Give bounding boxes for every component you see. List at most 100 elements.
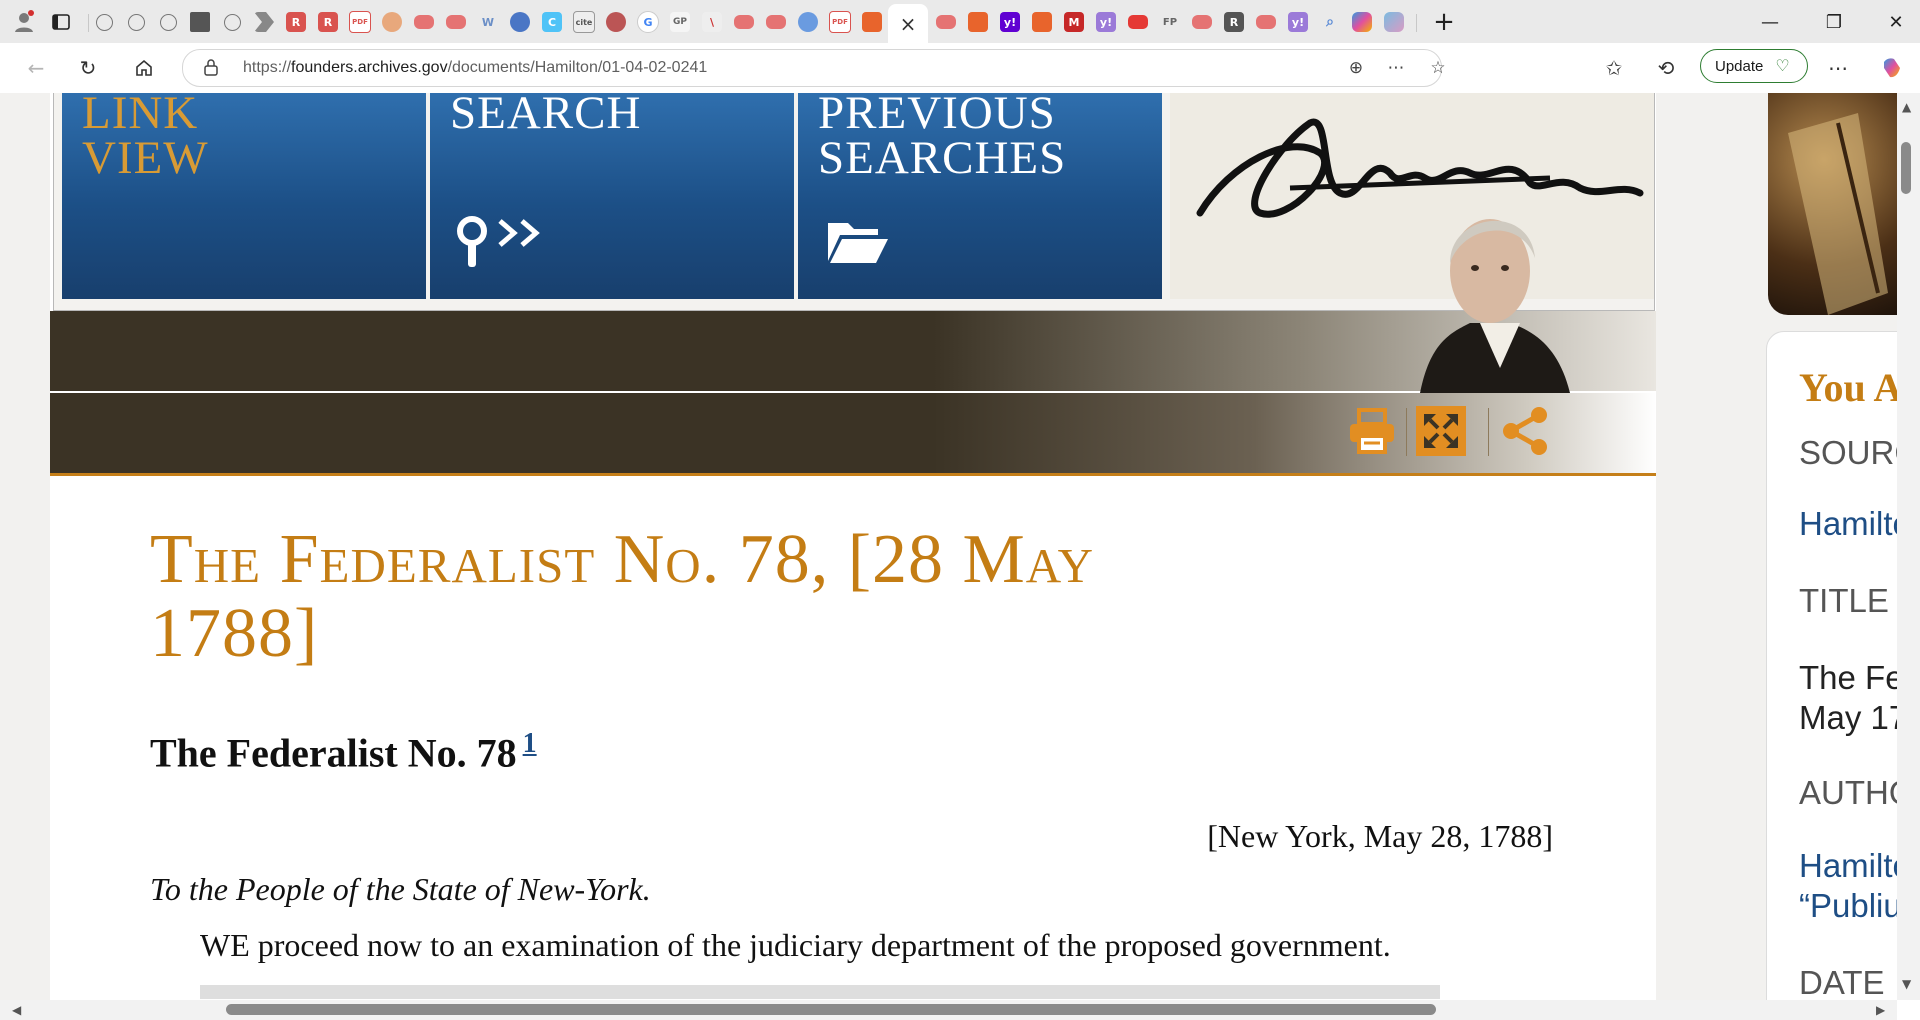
main-content: LINK VIEW SEARCH PREVIOUS SEARCHES The F…	[50, 93, 1656, 1020]
tab-cite[interactable]: cite	[570, 8, 598, 36]
folder-icon	[828, 223, 888, 263]
scroll-left-arrow[interactable]: ◀	[12, 1003, 21, 1017]
tab-video-1[interactable]	[410, 8, 438, 36]
title-value: The Fe May 17	[1799, 659, 1908, 736]
tab-pdf-2[interactable]: PDF	[826, 8, 854, 36]
previous-searches-label: PREVIOUS SEARCHES	[818, 93, 1067, 184]
scroll-right-arrow[interactable]: ▶	[1876, 1003, 1885, 1017]
tab-round-blue[interactable]	[794, 8, 822, 36]
title-label: TITLE	[1799, 582, 1889, 619]
vertical-scrollbar[interactable]	[1897, 93, 1920, 1000]
document-subtitle: The Federalist No. 78 1	[150, 728, 537, 776]
search-label: SEARCH	[450, 93, 642, 139]
dateline: [New York, May 28, 1788]	[1207, 818, 1553, 854]
tab-yahoo-1[interactable]: y!	[996, 8, 1024, 36]
close-tab-icon[interactable]: ×	[900, 12, 917, 36]
tab-news[interactable]	[186, 8, 214, 36]
more-options-icon[interactable]: ⋯	[1383, 55, 1409, 81]
new-tab-button[interactable]: +	[1428, 6, 1460, 38]
tab-bookmark-3[interactable]	[1028, 8, 1056, 36]
horizontal-scroll-thumb[interactable]	[226, 1004, 1436, 1015]
browser-toolbar: ← ↻ https://founders.archives.gov/docume…	[0, 43, 1920, 94]
previous-searches-tile[interactable]: PREVIOUS SEARCHES	[798, 93, 1162, 299]
tab-arrow[interactable]	[250, 8, 278, 36]
share-button[interactable]	[1496, 401, 1554, 461]
copilot-icon[interactable]	[1876, 52, 1908, 84]
tab-globe-4[interactable]	[218, 8, 246, 36]
tab-globe-3[interactable]	[154, 8, 182, 36]
tab-video-6[interactable]	[1188, 8, 1216, 36]
fullscreen-button[interactable]	[1412, 401, 1470, 461]
workspaces-icon[interactable]	[45, 6, 77, 38]
link-view-tile[interactable]: LINK VIEW	[62, 93, 426, 299]
maximize-button[interactable]: ❐	[1818, 6, 1850, 38]
page-viewport: LINK VIEW SEARCH PREVIOUS SEARCHES The F…	[0, 93, 1920, 1020]
favorites-icon[interactable]: ✩	[1598, 52, 1630, 84]
search-arrows-icon	[457, 216, 540, 267]
zoom-icon[interactable]: ⊕	[1343, 55, 1369, 81]
salutation: To the People of the State of New-York.	[150, 871, 651, 907]
tab-video-4[interactable]	[762, 8, 790, 36]
tab-blue-circle[interactable]	[506, 8, 534, 36]
tab-orange[interactable]	[378, 8, 406, 36]
tab-m[interactable]: M	[1060, 8, 1088, 36]
tab-gp[interactable]: GP	[666, 8, 694, 36]
tab-copilot-2[interactable]	[1380, 8, 1408, 36]
tab-bookmark-1[interactable]	[858, 8, 886, 36]
tab-c[interactable]: C	[538, 8, 566, 36]
tab-yahoo-2[interactable]: y!	[1092, 8, 1120, 36]
tab-video-2[interactable]	[442, 8, 470, 36]
tab-globe-2[interactable]	[122, 8, 150, 36]
tab-fp[interactable]: FP	[1156, 8, 1184, 36]
home-button[interactable]	[128, 52, 160, 84]
tab-search[interactable]: ⌕	[1316, 8, 1344, 36]
tab-youtube[interactable]	[1124, 8, 1152, 36]
tab-google[interactable]: G	[634, 8, 662, 36]
tab-r-2[interactable]: R	[314, 8, 342, 36]
minimize-button[interactable]: —	[1754, 6, 1786, 38]
tab-bookmark-2[interactable]	[964, 8, 992, 36]
vertical-scroll-thumb[interactable]	[1901, 142, 1911, 194]
scroll-down-arrow[interactable]: ▼	[1902, 977, 1911, 991]
link-view-label: LINK VIEW	[82, 93, 209, 184]
url-text[interactable]: https://founders.archives.gov/documents/…	[243, 59, 707, 77]
print-icon	[1350, 408, 1394, 454]
source-link[interactable]: Hamilto	[1799, 504, 1911, 544]
update-button[interactable]: Update ♡	[1700, 49, 1808, 83]
tab-active[interactable]: ×	[888, 4, 928, 43]
settings-more-icon[interactable]: ⋯	[1822, 52, 1854, 84]
expand-icon	[1416, 406, 1466, 456]
book-image	[1768, 93, 1908, 315]
home-icon	[136, 59, 152, 76]
tab-r-3[interactable]: R	[1220, 8, 1248, 36]
tab-copilot-1[interactable]	[1348, 8, 1376, 36]
address-bar[interactable]: https://founders.archives.gov/documents/…	[182, 49, 1446, 87]
tab-yahoo-3[interactable]: y!	[1284, 8, 1312, 36]
sidebar-heading: You A	[1799, 365, 1903, 410]
update-label: Update	[1715, 57, 1764, 75]
close-window-button[interactable]: ✕	[1880, 6, 1912, 38]
profile-icon[interactable]	[8, 6, 40, 38]
print-button[interactable]	[1343, 401, 1401, 461]
tab-w[interactable]: W	[474, 8, 502, 36]
tab-x[interactable]: \	[698, 8, 726, 36]
tab-r-1[interactable]: R	[282, 8, 310, 36]
reload-button[interactable]: ↻	[72, 52, 104, 84]
paragraph-1: WE proceed now to an examination of the …	[200, 927, 1391, 963]
tab-video-7[interactable]	[1252, 8, 1280, 36]
lock-icon[interactable]	[203, 58, 219, 76]
scroll-up-arrow[interactable]: ▲	[1902, 100, 1911, 114]
document-title: The Federalist No. 78, [28 May 1788]	[150, 521, 1095, 672]
tab-stop[interactable]	[602, 8, 630, 36]
tab-pdf-1[interactable]: PDF	[346, 8, 374, 36]
back-button[interactable]: ←	[20, 52, 52, 84]
tab-globe-1[interactable]	[90, 8, 118, 36]
tab-video-3[interactable]	[730, 8, 758, 36]
footnote-link[interactable]: 1	[523, 728, 537, 759]
tab-video-5[interactable]	[932, 8, 960, 36]
author-link[interactable]: Hamilto “Publiu	[1799, 846, 1911, 926]
share-icon	[1503, 407, 1547, 455]
favorite-star-icon[interactable]: ☆	[1425, 55, 1451, 81]
search-tile[interactable]: SEARCH	[430, 93, 794, 299]
history-icon[interactable]: ⟲	[1650, 52, 1682, 84]
